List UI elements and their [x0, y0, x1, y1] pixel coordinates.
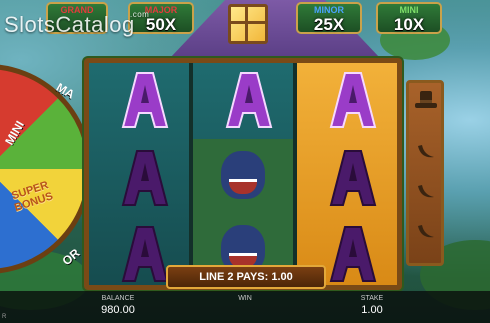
stake-label: STAKE: [360, 295, 384, 302]
banana-icon: [418, 185, 434, 198]
mini-value: 10X: [393, 15, 425, 34]
reel3-symbol-a-dark: [323, 147, 383, 207]
reel-frame: [84, 58, 402, 290]
gorilla-symbol: [193, 139, 293, 213]
hat-icon: [415, 91, 437, 108]
watermark: SlotsCatalog .com: [4, 10, 149, 38]
reel3-symbol-a: [323, 69, 383, 129]
mini-jackpot: MINI 10X: [376, 2, 442, 34]
banana-icon: [418, 225, 434, 238]
watermark-text: SlotsCatalog: [4, 12, 135, 37]
stake-value: 1.00: [361, 304, 383, 316]
banana-collector: [406, 80, 444, 266]
reel1-symbol-a-dark: [115, 147, 175, 207]
minor-jackpot: MINOR 25X: [296, 2, 362, 34]
roof-window: [228, 4, 268, 44]
bonus-wheel: [0, 64, 92, 274]
banana-icon: [418, 145, 434, 158]
reel1-symbol-a: [115, 69, 175, 129]
line-pays-banner: LINE 2 PAYS: 1.00: [166, 265, 326, 289]
minor-value: 25X: [313, 15, 345, 34]
balance-display: BALANCE 980.00: [86, 294, 150, 317]
reel3-symbol-a-dark-bottom: [323, 223, 383, 283]
corner-text: R: [2, 314, 7, 320]
stake-display[interactable]: STAKE 1.00: [340, 294, 404, 317]
bottom-bar: BALANCE 980.00 WIN STAKE 1.00: [0, 291, 490, 323]
win-label: WIN: [238, 295, 252, 302]
balance-label: BALANCE: [101, 295, 135, 302]
watermark-suffix: .com: [130, 10, 150, 19]
game-scene: GRAND MAJOR 50X MINOR 25X MINI 10X Slots…: [0, 0, 490, 323]
balance-value: 980.00: [101, 304, 135, 316]
win-display: WIN: [213, 294, 277, 303]
reel2-symbol-a: [219, 69, 279, 129]
